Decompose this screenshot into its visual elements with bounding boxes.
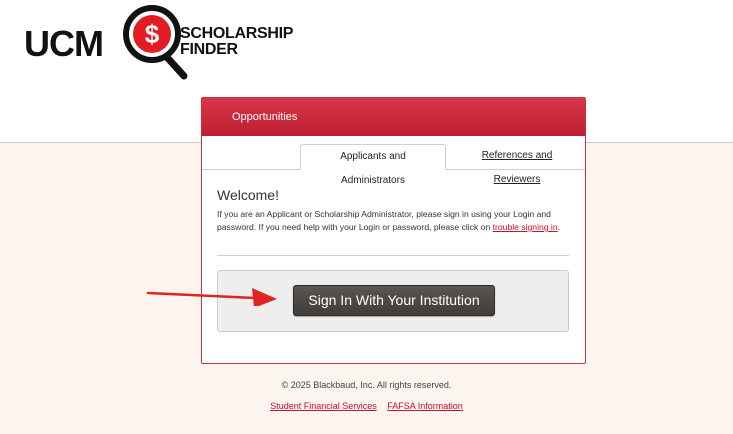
ucm-scholarship-finder-logo[interactable]: UCM $ SCHOLARSHIP FINDER: [24, 0, 294, 80]
tab-strip: Applicants and Administrators References…: [202, 136, 585, 186]
welcome-suffix: .: [557, 222, 561, 232]
card-header: Opportunities: [202, 98, 585, 136]
logo-ucm-text: UCM: [24, 23, 104, 64]
footer-links: Student Financial Services FAFSA Informa…: [0, 401, 733, 411]
tab-references-and-reviewers[interactable]: References and Reviewers: [454, 144, 580, 185]
divider: [217, 255, 569, 256]
logo-wordmark: SCHOLARSHIP FINDER: [180, 26, 293, 58]
trouble-signing-in-link[interactable]: trouble signing in: [493, 222, 558, 232]
welcome-text: If you are an Applicant or Scholarship A…: [217, 208, 571, 234]
tab-applicants-and-administrators[interactable]: Applicants and Administrators: [300, 144, 446, 186]
logo-dollar-glyph: $: [145, 19, 160, 49]
welcome-title: Welcome!: [217, 187, 279, 203]
fafsa-information-link[interactable]: FAFSA Information: [387, 401, 463, 411]
sign-in-with-institution-button[interactable]: Sign In With Your Institution: [293, 285, 495, 316]
student-financial-services-link[interactable]: Student Financial Services: [270, 401, 377, 411]
logo-wordmark-line2: FINDER: [180, 41, 238, 58]
tab-opportunities[interactable]: Opportunities: [232, 111, 297, 123]
footer-copyright: © 2025 Blackbaud, Inc. All rights reserv…: [281, 380, 452, 390]
logo-wordmark-line1: SCHOLARSHIP: [180, 25, 294, 42]
red-arrow-icon: [146, 288, 277, 306]
login-card: Opportunities Applicants and Administrat…: [201, 97, 586, 364]
